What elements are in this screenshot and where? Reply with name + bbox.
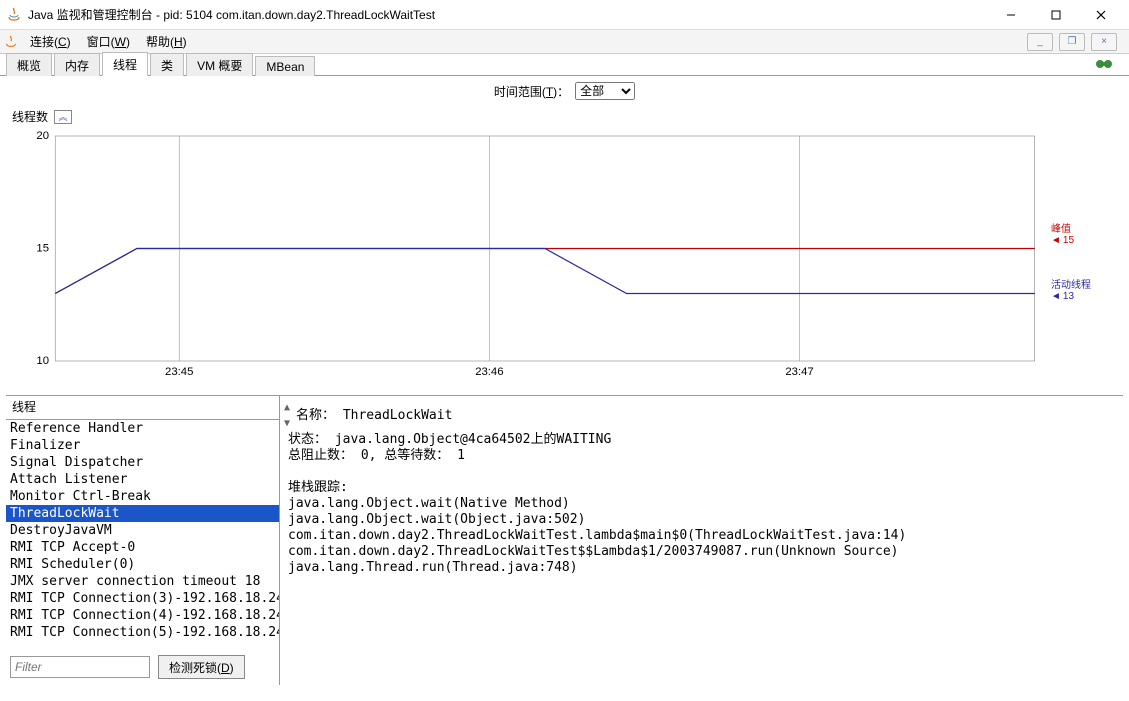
thread-row[interactable]: JMX server connection timeout 18 (6, 573, 279, 590)
thread-row[interactable]: RMI TCP Accept-0 (6, 539, 279, 556)
thread-row[interactable]: RMI Scheduler(0) (6, 556, 279, 573)
menubar: 连接(C) 窗口(W) 帮助(H) _ ❐ × (0, 30, 1129, 54)
stack-frame: com.itan.down.day2.ThreadLockWaitTest.la… (288, 528, 1115, 544)
svg-text:10: 10 (36, 355, 49, 367)
tab-mbean[interactable]: MBean (255, 56, 315, 76)
threads-panel: 线程 Reference HandlerFinalizerSignal Disp… (6, 395, 1123, 685)
menu-window[interactable]: 窗口(W) (79, 33, 138, 50)
titlebar: Java 监视和管理控制台 - pid: 5104 com.itan.down.… (0, 0, 1129, 30)
legend-peak-label: 峰值 (1051, 220, 1071, 235)
inner-restore-button[interactable]: ❐ (1059, 33, 1085, 51)
stack-frame: java.lang.Object.wait(Native Method) (288, 496, 1115, 512)
legend-live-value: 13 (1063, 291, 1074, 302)
inner-close-button[interactable]: × (1091, 33, 1117, 51)
thread-row[interactable]: RMI TCP Connection(4)-192.168.18.243 (6, 607, 279, 624)
tabbar: 概览 内存 线程 类 VM 概要 MBean (0, 54, 1129, 76)
tab-memory[interactable]: 内存 (54, 53, 100, 76)
expand-icon[interactable]: ▲▼ (284, 400, 294, 432)
svg-text:23:47: 23:47 (785, 366, 813, 378)
legend-peak-value: 15 (1063, 235, 1074, 246)
java-icon (4, 35, 18, 49)
thread-filter-input[interactable] (10, 656, 150, 678)
thread-row[interactable]: Reference Handler (6, 420, 279, 437)
detail-state: 状态： java.lang.Object@4ca64502上的WAITING (288, 432, 1115, 448)
svg-text:15: 15 (36, 243, 49, 255)
tab-overview[interactable]: 概览 (6, 53, 52, 76)
window-title: Java 监视和管理控制台 - pid: 5104 com.itan.down.… (28, 6, 988, 23)
window-controls (988, 1, 1123, 29)
thread-row[interactable]: Signal Dispatcher (6, 454, 279, 471)
thread-detail: ▲▼名称： ThreadLockWait 状态： java.lang.Object… (280, 396, 1123, 685)
thread-row[interactable]: Finalizer (6, 437, 279, 454)
time-range-label: 时间范围(T)： (494, 83, 569, 100)
minimize-button[interactable] (988, 1, 1033, 29)
thread-row[interactable]: Attach Listener (6, 471, 279, 488)
svg-text:23:45: 23:45 (165, 366, 193, 378)
threads-list[interactable]: Reference HandlerFinalizerSignal Dispatc… (6, 420, 279, 649)
menu-help[interactable]: 帮助(H) (138, 33, 195, 50)
inner-minimize-button[interactable]: _ (1027, 33, 1053, 51)
threads-list-title: 线程 (6, 396, 279, 420)
detail-blocked-waited: 总阻止数： 0, 总等待数： 1 (288, 448, 1115, 464)
stack-frame: java.lang.Thread.run(Thread.java:748) (288, 560, 1115, 576)
detail-name: 名称： ThreadLockWait (296, 408, 452, 424)
detect-deadlock-button[interactable]: 检测死锁(D) (158, 655, 245, 679)
thread-row[interactable]: RMI TCP Connection(5)-192.168.18.243 (6, 624, 279, 641)
thread-count-chart: 10 15 20 23:45 23:46 23:47 (14, 131, 1045, 391)
svg-text:23:46: 23:46 (475, 366, 503, 378)
close-button[interactable] (1078, 1, 1123, 29)
thread-row[interactable]: RMI TCP Connection(3)-192.168.18.243 (6, 590, 279, 607)
collapse-chevron-icon[interactable]: ︽ (54, 110, 72, 124)
connection-status-icon (1095, 58, 1123, 75)
tab-threads[interactable]: 线程 (102, 52, 148, 76)
stack-frame: java.lang.Object.wait(Object.java:502) (288, 512, 1115, 528)
menu-connect[interactable]: 连接(C) (22, 33, 79, 50)
thread-count-chart-panel: 线程数 ︽ 10 15 20 23:45 23:46 23:47 峰值 ◄ 15 活动线程… (0, 106, 1129, 391)
stack-frame: com.itan.down.day2.ThreadLockWaitTest$$L… (288, 544, 1115, 560)
chart-title: 线程数 (12, 108, 48, 125)
thread-row[interactable]: Monitor Ctrl-Break (6, 488, 279, 505)
java-icon (6, 7, 22, 23)
legend-live-label: 活动线程 (1051, 276, 1091, 291)
thread-row[interactable]: ThreadLockWait (6, 505, 279, 522)
time-range-row: 时间范围(T)： 全部 (0, 76, 1129, 106)
thread-row[interactable]: DestroyJavaVM (6, 522, 279, 539)
tab-classes[interactable]: 类 (150, 53, 184, 76)
detail-stack-label: 堆栈跟踪: (288, 480, 1115, 496)
chart-legend: 峰值 ◄ 15 活动线程 ◄ 13 (1045, 131, 1115, 391)
maximize-button[interactable] (1033, 1, 1078, 29)
time-range-select[interactable]: 全部 (575, 82, 635, 100)
svg-text:20: 20 (36, 131, 49, 142)
tab-vm[interactable]: VM 概要 (186, 53, 253, 76)
